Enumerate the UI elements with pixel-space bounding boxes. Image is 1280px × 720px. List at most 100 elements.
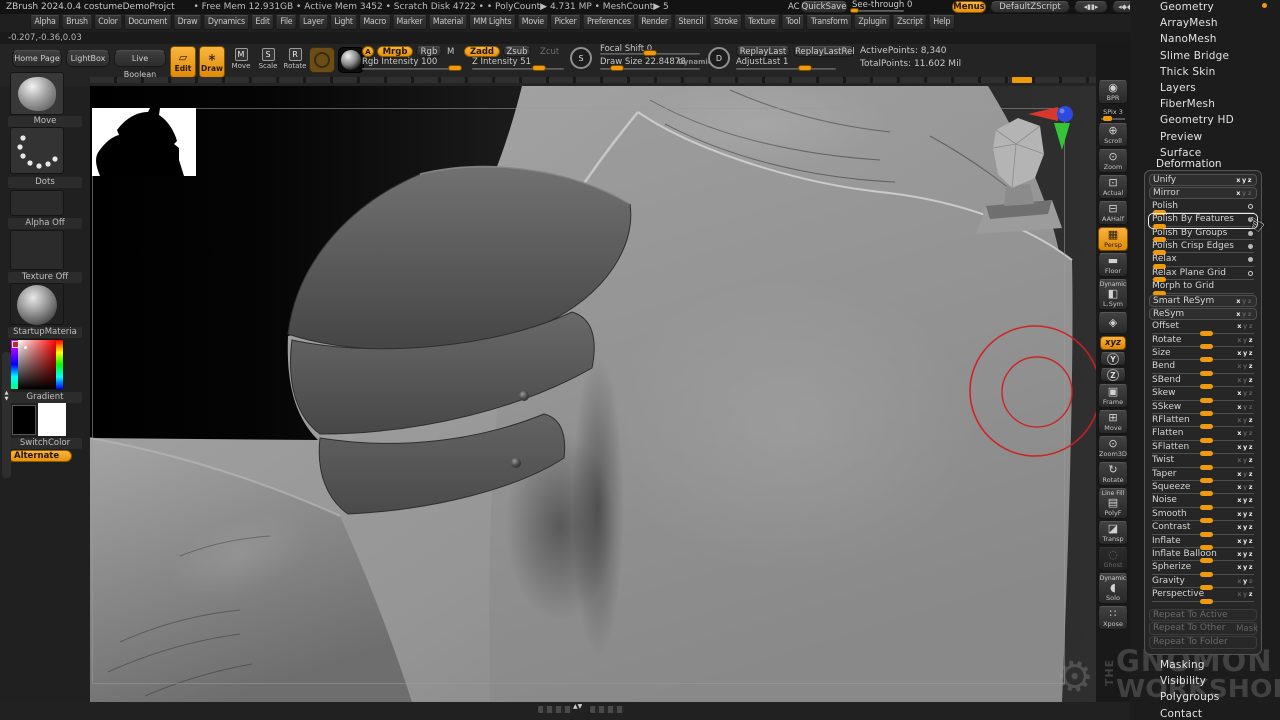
deform-rotate[interactable]: Rotatexyz	[1149, 335, 1257, 348]
zcut-button[interactable]: Zcut	[540, 47, 559, 57]
deform-resym[interactable]: ReSymxyz	[1149, 308, 1257, 320]
alpha-slot-button[interactable]	[10, 190, 64, 216]
menu-movie[interactable]: Movie	[517, 15, 548, 30]
rgb-intensity-track[interactable]	[362, 68, 462, 70]
a-button[interactable]: A	[362, 46, 374, 57]
rshelf-persp-button[interactable]: ▦Persp	[1098, 227, 1128, 251]
deform-taper[interactable]: Taperxyz	[1149, 469, 1257, 482]
menu-transform[interactable]: Transform	[806, 15, 852, 30]
deform-nub[interactable]	[1200, 599, 1213, 604]
palette-item-layers[interactable]: Layers	[1160, 82, 1234, 98]
axis-toggles[interactable]: xyz	[1237, 483, 1254, 491]
zadd-button[interactable]: Zadd	[464, 46, 500, 57]
alt-mode-toggle[interactable]	[1248, 244, 1253, 249]
move-mode-button[interactable]: M Move	[228, 48, 254, 78]
menu-alpha[interactable]: Alpha	[30, 15, 60, 30]
deform-relax-plane-grid[interactable]: Relax Plane Grid	[1149, 268, 1257, 281]
menu-draw[interactable]: Draw	[173, 15, 201, 30]
deform-polish-crisp-edges[interactable]: Polish Crisp Edges	[1149, 241, 1257, 254]
axis-toggles[interactable]: xyz	[1237, 470, 1254, 478]
deform-contrast[interactable]: Contrastxyz	[1149, 522, 1257, 535]
switch-color-button[interactable]: SwitchColor	[8, 438, 82, 449]
axis-toggles[interactable]: xyz	[1237, 456, 1254, 464]
draw-size-nub[interactable]	[610, 65, 624, 71]
deform-offset[interactable]: Offsetxyz	[1149, 321, 1257, 334]
menu-render[interactable]: Render	[637, 15, 672, 30]
secondary-color-swatch[interactable]	[38, 403, 66, 436]
axis-toggles[interactable]: xyz	[1237, 523, 1254, 531]
replay-last-button[interactable]: ReplayLast	[736, 46, 790, 57]
palette-item-geometry[interactable]: Geometry	[1160, 1, 1234, 17]
menu-color[interactable]: Color	[94, 15, 122, 30]
axis-toggles[interactable]: xyz	[1237, 590, 1254, 598]
axis-toggles[interactable]: xyz	[1237, 443, 1254, 451]
rshelf-scroll-button[interactable]: ⊕Scroll	[1098, 123, 1128, 147]
rshelf-frame-button[interactable]: ▣Frame	[1098, 384, 1128, 408]
deform-spherize[interactable]: Spherizexyz	[1149, 562, 1257, 575]
bottom-divider-arrows[interactable]: ▲▼	[573, 703, 591, 710]
deform-inflate[interactable]: Inflatexyz	[1149, 536, 1257, 549]
rshelf-xyz-button[interactable]: xyz	[1100, 336, 1126, 350]
see-through-nub[interactable]	[850, 8, 859, 13]
deform-polish-by-features[interactable]: Polish By Features	[1149, 214, 1257, 227]
menu-brush[interactable]: Brush	[62, 15, 92, 30]
rshelf-transp-button[interactable]: ◪Transp	[1098, 521, 1128, 545]
deform-track[interactable]	[1152, 293, 1254, 294]
focal-shift-nub[interactable]	[643, 50, 657, 56]
deform-rflatten[interactable]: RFlattenxyz	[1149, 415, 1257, 428]
deform-unify[interactable]: Unifyxyz	[1149, 174, 1257, 186]
axis-toggles[interactable]: xyz	[1236, 310, 1253, 318]
rshelf-xpose-button[interactable]: ∷Xpose	[1098, 606, 1128, 630]
alt-mode-toggle[interactable]	[1248, 271, 1253, 276]
deform-flatten[interactable]: Flattenxyz	[1149, 428, 1257, 441]
stroke-preview-button[interactable]	[338, 47, 364, 73]
menu-file[interactable]: File	[276, 15, 297, 30]
axis-toggles[interactable]: xyz	[1237, 429, 1254, 437]
rshelf-spix-button[interactable]: SPix 3	[1098, 106, 1128, 121]
rshelf-solo-button[interactable]: Dynamic◖Solo	[1098, 573, 1128, 604]
deform-polish-by-groups[interactable]: Polish By Groups	[1149, 228, 1257, 241]
menu-stroke[interactable]: Stroke	[710, 15, 742, 30]
deform-inflate-balloon[interactable]: Inflate Balloonxyz	[1149, 549, 1257, 562]
menu-stencil[interactable]: Stencil	[674, 15, 708, 30]
axis-toggles[interactable]: xyz	[1237, 537, 1254, 545]
axis-toggles[interactable]: xyz	[1237, 389, 1254, 397]
deform-polish[interactable]: Polish	[1149, 201, 1257, 214]
menu-preferences[interactable]: Preferences	[583, 15, 635, 30]
adjust-last-nub[interactable]	[798, 65, 812, 71]
deform-skew[interactable]: Skewxyz	[1149, 388, 1257, 401]
sculpt-viewport[interactable]	[90, 86, 1096, 702]
color-picker[interactable]	[10, 339, 64, 390]
rshelf-aahalf-button[interactable]: ⊟AAHalf	[1098, 201, 1128, 225]
palette-item-arraymesh[interactable]: ArrayMesh	[1160, 17, 1234, 33]
rotate-mode-button[interactable]: R Rotate	[282, 48, 308, 78]
default-zscript-button[interactable]: DefaultZScript	[990, 1, 1070, 13]
replay-last-rel-button[interactable]: ReplayLastRel	[794, 46, 854, 57]
shelf-divider-active-segment[interactable]	[1012, 77, 1032, 83]
axis-toggles[interactable]: xyz	[1237, 376, 1254, 384]
deform-relax[interactable]: Relax	[1149, 254, 1257, 267]
deform-sflatten[interactable]: SFlattenxyz	[1149, 442, 1257, 455]
menu-mm-lights[interactable]: MM Lights	[469, 15, 516, 30]
hue-strip-right[interactable]	[56, 340, 63, 389]
rshelf-ghost-button[interactable]: ◌Ghost	[1098, 547, 1128, 571]
dynamic-label[interactable]: Dynamic	[678, 58, 712, 66]
palette-item-nanomesh[interactable]: NanoMesh	[1160, 33, 1234, 49]
adjust-last-track[interactable]	[736, 68, 836, 70]
axis-toggles[interactable]: xyz	[1237, 362, 1254, 370]
axis-toggles[interactable]: xyz	[1237, 496, 1254, 504]
rgb-button[interactable]: Rgb	[416, 46, 442, 57]
rgb-intensity-slider[interactable]: Rgb Intensity 100	[362, 57, 437, 67]
deform-repeat-to-other[interactable]: Repeat To OtherMask	[1149, 622, 1257, 635]
deform-track[interactable]	[1152, 252, 1254, 253]
main-color-swatch[interactable]	[12, 405, 36, 435]
axis-toggles[interactable]: xyz	[1237, 577, 1254, 585]
menu-layer[interactable]: Layer	[299, 15, 329, 30]
menu-marker[interactable]: Marker	[392, 15, 427, 30]
menu-edit[interactable]: Edit	[251, 15, 274, 30]
alternate-button[interactable]: Alternate	[8, 450, 72, 462]
z-intensity-track[interactable]	[472, 68, 564, 70]
z-intensity-slider[interactable]: Z Intensity 51	[472, 57, 531, 67]
rshelf-lock-camera-button[interactable]: ◈	[1098, 312, 1128, 334]
alt-mode-toggle[interactable]	[1248, 204, 1253, 209]
